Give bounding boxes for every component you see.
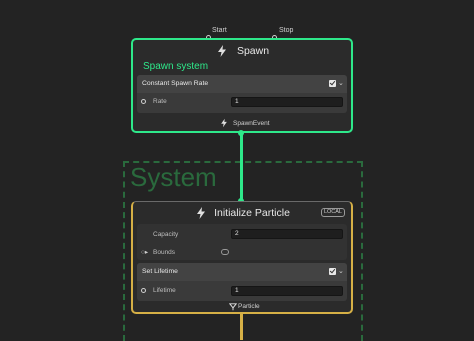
block-header[interactable]: Set Lifetime ⌄ — [137, 263, 347, 281]
particle-output-label: Particle — [238, 303, 260, 310]
local-badge[interactable]: LOCAL — [320, 208, 345, 217]
init-output: Particle — [133, 302, 351, 313]
lightning-icon — [197, 207, 206, 219]
enabled-checkbox[interactable] — [329, 268, 336, 275]
bounds-mode-icon[interactable] — [221, 249, 229, 255]
init-to-update-link[interactable] — [240, 313, 243, 340]
spawn-to-init-link[interactable] — [240, 133, 243, 203]
rate-field[interactable]: 1 — [231, 97, 343, 107]
capacity-field[interactable]: 2 — [231, 229, 343, 239]
init-node-header[interactable]: Initialize Particle — [133, 202, 351, 224]
bounds-label: Bounds — [153, 249, 176, 256]
spawn-node-title: Spawn — [236, 45, 270, 57]
chevron-down-icon[interactable]: ⌄ — [338, 79, 344, 87]
start-port-label: Start — [212, 27, 227, 34]
bounds-port-arrow[interactable]: ○▸ — [141, 248, 148, 256]
lifetime-input-port[interactable] — [141, 288, 146, 293]
init-settings-block: Capacity 2 ○▸ Bounds — [137, 224, 347, 260]
spawn-system-label: Spawn system — [143, 61, 209, 72]
constant-spawn-rate-block[interactable]: Constant Spawn Rate ⌄ Rate 1 — [137, 75, 347, 113]
spawn-node-header[interactable]: Spawn — [133, 40, 351, 62]
stop-port-label: Stop — [279, 27, 294, 34]
lightning-icon — [221, 118, 227, 128]
capacity-label: Capacity — [153, 231, 179, 238]
rate-label: Rate — [153, 98, 167, 105]
init-node-title: Initialize Particle — [214, 207, 290, 219]
lifetime-label: Lifetime — [153, 287, 176, 294]
spawn-event-label: SpawnEvent — [233, 120, 270, 127]
initialize-particle-node[interactable]: Initialize Particle LOCAL Capacity 2 ○▸ … — [131, 201, 353, 314]
spawn-output-port[interactable] — [238, 130, 244, 136]
set-lifetime-block[interactable]: Set Lifetime ⌄ Lifetime 1 — [137, 263, 347, 301]
block-title: Constant Spawn Rate — [142, 80, 209, 87]
lightning-icon — [217, 45, 226, 57]
rate-input-port[interactable] — [141, 99, 146, 104]
lifetime-field[interactable]: 1 — [231, 286, 343, 296]
spawn-node[interactable]: Spawn Spawn system Constant Spawn Rate ⌄… — [131, 38, 353, 133]
block-title: Set Lifetime — [142, 268, 178, 275]
block-header[interactable]: Constant Spawn Rate ⌄ — [137, 75, 347, 93]
flow-output-icon — [229, 303, 237, 311]
chevron-down-icon[interactable]: ⌄ — [338, 267, 344, 275]
system-title[interactable]: System — [130, 162, 217, 193]
enabled-checkbox[interactable] — [329, 80, 336, 87]
